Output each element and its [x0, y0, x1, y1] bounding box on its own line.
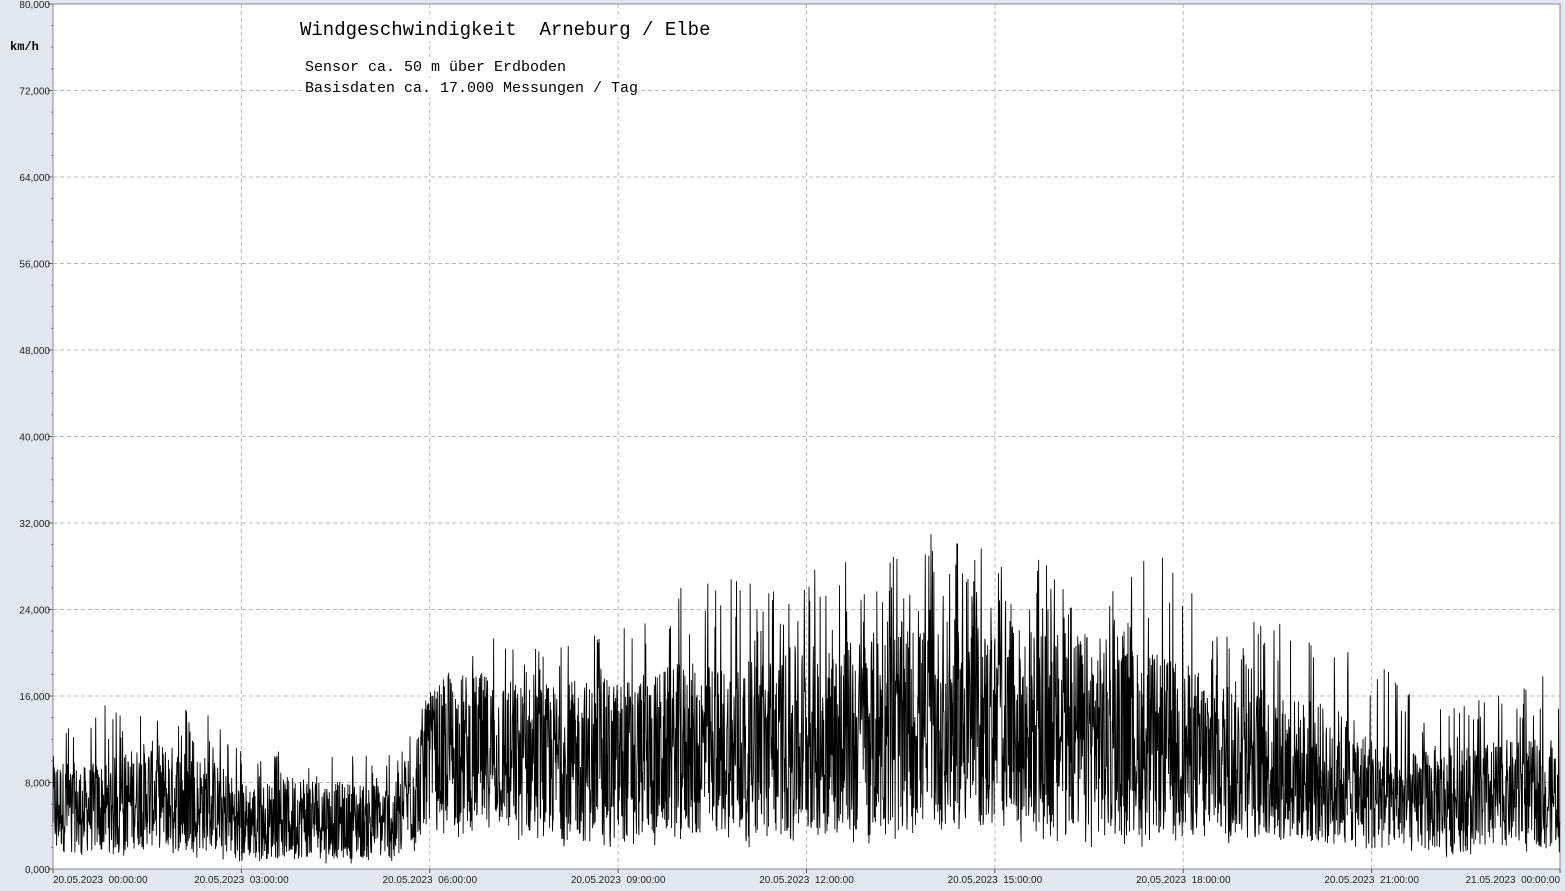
x-tick-label: 20.05.2023 06:00:00 — [382, 875, 477, 886]
x-tick-label: 20.05.2023 21:00:00 — [1324, 875, 1419, 886]
y-tick-label: 16,000 — [19, 692, 50, 703]
y-axis: 0,000 8,000 16,000 24,000 32,000 40,000 48,000… — [19, 0, 53, 876]
x-tick-label: 20.05.2023 09:00:00 — [571, 875, 666, 886]
wind-speed-chart: 0,000 8,000 16,000 24,000 32,000 40,000 48,000… — [19, 0, 1561, 886]
y-tick-label: 40,000 — [19, 433, 50, 444]
chart-subtitle-sensor: Sensor ca. 50 m über Erdboden — [305, 59, 567, 76]
y-axis-unit-label: km/h — [10, 40, 39, 54]
chart-title: Windgeschwindigkeit Arneburg / Elbe — [300, 19, 711, 41]
y-tick-label: 72,000 — [19, 87, 50, 98]
y-tick-label: 56,000 — [19, 260, 50, 271]
y-tick-label: 80,000 — [19, 0, 50, 11]
y-tick-label: 0,000 — [25, 865, 50, 876]
x-tick-label: 20.05.2023 18:00:00 — [1136, 875, 1231, 886]
y-tick-label: 64,000 — [19, 173, 50, 184]
x-tick-label: 20.05.2023 00:00:00 — [53, 875, 148, 886]
chart-subtitle-basis: Basisdaten ca. 17.000 Messungen / Tag — [305, 80, 639, 97]
y-tick-label: 24,000 — [19, 606, 50, 617]
x-axis: 20.05.2023 00:00:00 20.05.2023 03:00:00 20… — [52, 869, 1561, 886]
y-tick-label: 48,000 — [19, 346, 50, 357]
x-tick-label: 20.05.2023 15:00:00 — [948, 875, 1043, 886]
x-tick-label: 20.05.2023 03:00:00 — [194, 875, 289, 886]
x-tick-label: 20.05.2023 12:00:00 — [759, 875, 854, 886]
y-tick-label: 32,000 — [19, 519, 50, 530]
x-tick-label: 21.05.2023 00:00:00 — [1465, 875, 1560, 886]
y-tick-label: 8,000 — [25, 779, 50, 790]
